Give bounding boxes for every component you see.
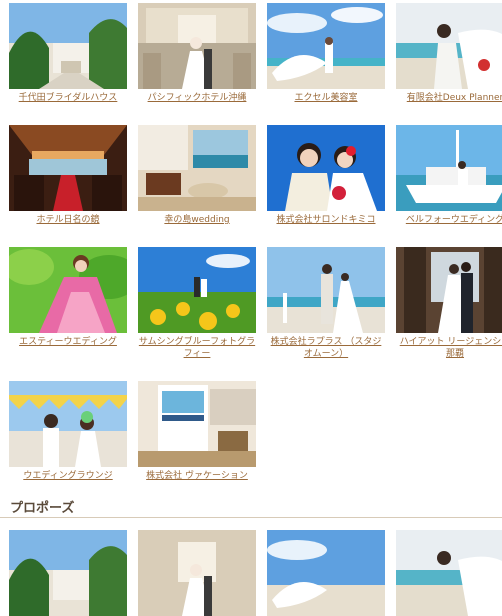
venue-name[interactable]: パシフィックホテル沖縄 xyxy=(138,92,256,104)
venue-name[interactable]: ホテル日名の鏡 xyxy=(9,214,127,226)
venue-name[interactable]: ハイアット リージェンシー那覇 xyxy=(396,336,502,360)
venue-tile[interactable]: 株式会社サロンドキミコ xyxy=(267,125,385,226)
venue-name[interactable]: 幸の島wedding xyxy=(138,214,256,226)
venue-name[interactable]: ウエディングラウンジ xyxy=(9,470,127,482)
venue-name[interactable]: エクセル美容室 xyxy=(267,92,385,104)
beach-veil-photo[interactable] xyxy=(267,530,385,616)
venue-tile[interactable]: エスティーウエディング xyxy=(9,247,127,348)
couple-portrait-photo[interactable] xyxy=(267,125,385,211)
proposal-tile[interactable] xyxy=(9,530,127,616)
venue-name[interactable]: エスティーウエディング xyxy=(9,336,127,348)
proposal-tile[interactable] xyxy=(138,530,256,616)
venue-name[interactable]: 千代田ブライダルハウス xyxy=(9,92,127,104)
office-poster-photo[interactable] xyxy=(138,381,256,467)
chapel-bride-photo[interactable] xyxy=(138,3,256,89)
beach-couple-photo[interactable] xyxy=(396,530,502,616)
flower-field-bride-photo[interactable] xyxy=(9,247,127,333)
bunting-couple-photo[interactable] xyxy=(9,381,127,467)
venue-tile[interactable]: ハイアット リージェンシー那覇 xyxy=(396,247,502,360)
seaside-couple-photo[interactable] xyxy=(267,247,385,333)
venue-name[interactable]: 有限会社Deux Planner xyxy=(396,92,502,104)
beach-chapel-photo[interactable] xyxy=(9,3,127,89)
banquet-hall-photo[interactable] xyxy=(9,125,127,211)
lounge-interior-photo[interactable] xyxy=(138,125,256,211)
beach-chapel-photo[interactable] xyxy=(9,530,127,616)
section-title: プロポーズ xyxy=(10,501,75,516)
venue-tile[interactable]: 株式会社 ヴァケーション xyxy=(138,381,256,482)
venue-tile[interactable]: ウエディングラウンジ xyxy=(9,381,127,482)
venue-name[interactable]: サムシングブルーフォトグラフィー xyxy=(138,336,256,360)
beach-couple-photo[interactable] xyxy=(396,3,502,89)
sunflower-couple-photo[interactable] xyxy=(138,247,256,333)
venue-tile[interactable]: エクセル美容室 xyxy=(267,3,385,104)
venue-tile[interactable]: パシフィックホテル沖縄 xyxy=(138,3,256,104)
yacht-wedding-photo[interactable] xyxy=(396,125,502,211)
beach-veil-photo[interactable] xyxy=(267,3,385,89)
venue-tile[interactable]: 株式会社ラプラス （スタジオムーン） xyxy=(267,247,385,360)
hotel-lobby-couple-photo[interactable] xyxy=(396,247,502,333)
chapel-bride-photo[interactable] xyxy=(138,530,256,616)
venue-name[interactable]: 株式会社 ヴァケーション xyxy=(138,470,256,482)
proposal-tile[interactable] xyxy=(267,530,385,616)
section-divider xyxy=(0,517,502,518)
venue-name[interactable]: 株式会社ラプラス （スタジオムーン） xyxy=(267,336,385,360)
venue-name[interactable]: ベルフォーウエディング xyxy=(396,214,502,226)
proposal-tile[interactable] xyxy=(396,530,502,616)
venue-tile[interactable]: ベルフォーウエディング xyxy=(396,125,502,226)
venue-tile[interactable]: ホテル日名の鏡 xyxy=(9,125,127,226)
venue-tile[interactable]: 有限会社Deux Planner xyxy=(396,3,502,104)
venue-tile[interactable]: サムシングブルーフォトグラフィー xyxy=(138,247,256,360)
venue-tile[interactable]: 千代田ブライダルハウス xyxy=(9,3,127,104)
venue-tile[interactable]: 幸の島wedding xyxy=(138,125,256,226)
venue-name[interactable]: 株式会社サロンドキミコ xyxy=(267,214,385,226)
